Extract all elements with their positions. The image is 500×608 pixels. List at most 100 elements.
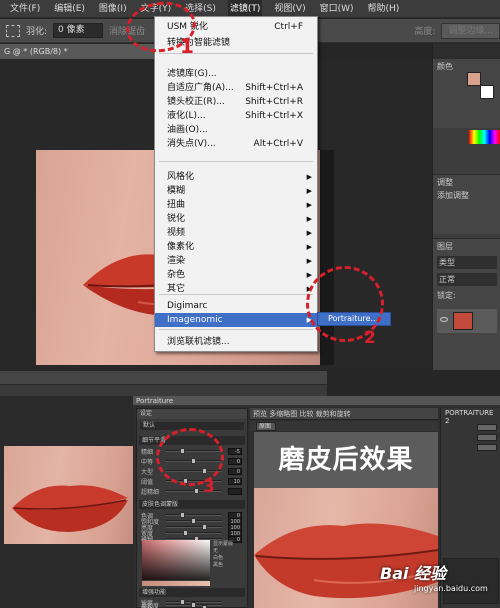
foreground-color-swatch[interactable]: [467, 72, 481, 86]
filter-menu-item-label: 模糊: [167, 186, 186, 196]
filter-menu-item[interactable]: 像素化 ▶: [155, 240, 317, 254]
menu-item-1[interactable]: 编辑(E): [52, 0, 87, 18]
kind-filter[interactable]: 类型: [437, 256, 497, 269]
skin-mask-slider-handle[interactable]: [191, 518, 196, 524]
filter-menu: USM 锐化 Ctrl+F 转换为智能滤镜 滤镜库(G)... 自适应广角(A)... S…: [154, 16, 318, 352]
reset-button[interactable]: [477, 444, 497, 451]
filter-menu-item-label: 锐化: [167, 214, 186, 224]
menu-item-6[interactable]: 视图(V): [272, 0, 307, 18]
filter-menu-item[interactable]: 其它 ▶: [155, 282, 317, 296]
menu-item-7[interactable]: 窗口(W): [318, 0, 356, 18]
layers-tab[interactable]: 图层: [437, 241, 497, 252]
filter-menu-item[interactable]: 自适应广角(A)... Shift+Ctrl+A: [155, 81, 317, 95]
watermark-brand: Bai 经验: [380, 564, 447, 583]
menu-item-5[interactable]: 滤镜(T): [227, 0, 263, 18]
layer-row[interactable]: [437, 309, 497, 333]
tab-original[interactable]: 原图: [256, 422, 276, 431]
enhancements-header: 增强功能: [139, 588, 245, 597]
blend-mode-select[interactable]: 正常: [437, 273, 497, 286]
submenu-arrow-icon: ▶: [306, 229, 312, 237]
filter-menu-item[interactable]: 风格化 ▶: [155, 170, 317, 184]
filter-menu-item[interactable]: 油画(O)...: [155, 123, 317, 137]
watermark-url: jingyan.baidu.com: [414, 584, 488, 593]
smoothing-label: 精细: [141, 449, 154, 456]
filter-menu-item[interactable]: 浏览联机滤镜...: [155, 335, 317, 349]
preview-tabs: 原图: [250, 421, 438, 431]
annotation-number-3: 3: [203, 477, 215, 497]
smoothing-slider-handle[interactable]: [194, 488, 199, 494]
filter-menu-item[interactable]: 锐化 ▶: [155, 212, 317, 226]
skin-mask-slider-handle[interactable]: [180, 512, 185, 518]
submenu-arrow-icon: ▶: [306, 173, 312, 181]
filter-menu-item-label: 消失点(V)...: [167, 139, 216, 149]
skin-mask-slider-handle[interactable]: [202, 524, 207, 530]
smoothing-value[interactable]: -5: [228, 448, 242, 455]
menu-item-2[interactable]: 图像(I): [97, 0, 129, 18]
menu-item-0[interactable]: 文件(F): [8, 0, 42, 18]
add-adjustment-label: 添加调整: [437, 191, 469, 200]
filter-menu-item[interactable]: 模糊 ▶: [155, 184, 317, 198]
filter-menu-item[interactable]: 消失点(V)... Alt+Ctrl+V: [155, 137, 317, 151]
menu-separator: [159, 161, 313, 162]
portraiture-panel-title: PORTRAITURE 2: [445, 409, 494, 425]
refine-edge-button[interactable]: 调整边缘...: [441, 22, 500, 39]
layer-thumbnail: [453, 312, 473, 330]
filter-menu-shortcut: Alt+Ctrl+V: [253, 139, 303, 149]
adjustments-panel: 调整 添加调整: [433, 174, 500, 234]
filter-menu-item[interactable]: 镜头校正(R)... Shift+Ctrl+R: [155, 95, 317, 109]
filter-menu-item[interactable]: 液化(L)... Shift+Ctrl+X: [155, 109, 317, 123]
submenu-arrow-icon: ▶: [306, 215, 312, 223]
smoothing-value[interactable]: 0: [228, 458, 242, 465]
skin-mask-slider[interactable]: [166, 526, 222, 528]
skin-mask-slider[interactable]: [166, 514, 222, 516]
panel-header: [433, 44, 500, 58]
settings-header: 设定: [137, 409, 247, 419]
filter-menu-item[interactable]: 视频 ▶: [155, 226, 317, 240]
mask-option[interactable]: 白色: [213, 554, 245, 561]
smoothing-value[interactable]: [228, 488, 242, 495]
filter-menu-item[interactable]: Imagenomic ▶: [155, 313, 317, 327]
filter-menu-item[interactable]: 杂色 ▶: [155, 268, 317, 282]
feather-label: 羽化:: [26, 27, 48, 37]
background-color-swatch[interactable]: [480, 85, 494, 99]
adjust-tab[interactable]: 调整: [437, 177, 497, 188]
filter-menu-item[interactable]: 扭曲 ▶: [155, 198, 317, 212]
filter-menu-item-label: 杂色: [167, 270, 186, 280]
skin-range-bar[interactable]: [142, 581, 210, 586]
screenshot-root: 文件(F) 编辑(E) 图像(I) 文字(Y) 选择(S) 滤镜(T) 视图(V) 窗口(W)…: [0, 0, 500, 608]
mask-option[interactable]: 无: [213, 547, 245, 554]
filter-menu-item[interactable]: Digimarc: [155, 299, 317, 313]
result-caption: 磨皮后效果: [254, 432, 438, 488]
enhance-label: 暖色: [141, 604, 153, 608]
ok-button[interactable]: [477, 424, 497, 431]
height-label: 高度:: [414, 27, 436, 37]
selection-tool-icon[interactable]: [6, 24, 20, 37]
filter-menu-item[interactable]: 渲染 ▶: [155, 254, 317, 268]
menu-item-8[interactable]: 帮助(H): [366, 0, 402, 18]
smoothing-label: 中等: [141, 459, 154, 466]
submenu-arrow-icon: ▶: [306, 257, 312, 265]
filter-menu-shortcut: Shift+Ctrl+R: [245, 97, 303, 107]
skin-tone-mask-header: 皮肤色调蒙版: [139, 500, 245, 509]
filter-menu-item-label: 扭曲: [167, 200, 186, 210]
submenu-arrow-icon: ▶: [306, 243, 312, 251]
eye-icon[interactable]: [440, 317, 448, 322]
smoothing-value[interactable]: 0: [228, 468, 242, 475]
annotation-number-2: 2: [364, 328, 376, 348]
filter-menu-item-label: 油画(O)...: [167, 125, 208, 135]
filter-menu-item-label: Imagenomic: [167, 315, 223, 325]
submenu-arrow-icon: ▶: [306, 187, 312, 195]
color-spectrum[interactable]: [469, 130, 500, 144]
smoothing-value[interactable]: 10: [228, 478, 242, 485]
feather-input[interactable]: 0 像素: [53, 23, 104, 38]
skin-mask-slider-handle[interactable]: [183, 530, 188, 536]
filter-menu-shortcut: Shift+Ctrl+X: [245, 111, 303, 121]
cancel-button[interactable]: [477, 434, 497, 441]
submenu-arrow-icon: ▶: [306, 271, 312, 279]
lock-label: 锁定:: [437, 291, 456, 300]
skin-mask-slider[interactable]: [166, 532, 222, 534]
color-tab[interactable]: 颜色: [437, 62, 453, 71]
filter-menu-item-label: 滤镜库(G)...: [167, 69, 217, 79]
filter-menu-item[interactable]: 滤镜库(G)...: [155, 67, 317, 81]
mask-option[interactable]: 黑色: [213, 561, 245, 568]
